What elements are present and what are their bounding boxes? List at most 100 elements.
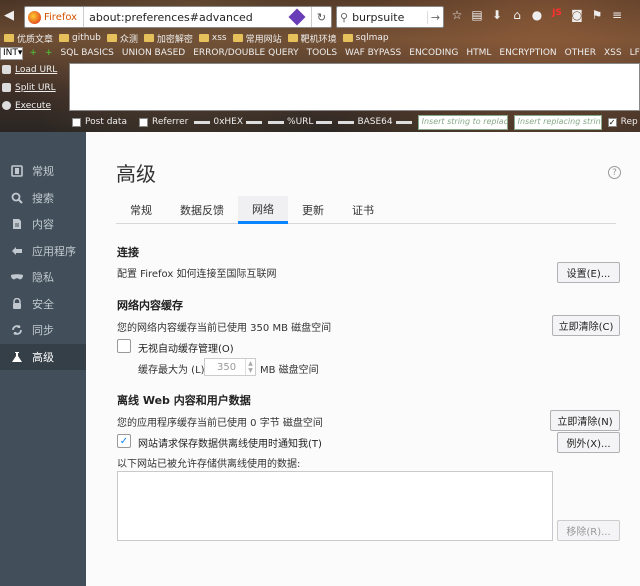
plus-icon[interactable]: +	[45, 48, 53, 58]
sidebar-item-privacy[interactable]: 隐私	[0, 264, 86, 291]
hackbar-menu-item[interactable]: LFI	[630, 48, 640, 58]
hackbar-actions: Load URL Split URL Execute	[2, 61, 66, 114]
reading-list-icon[interactable]: ▤	[470, 8, 484, 22]
search-text[interactable]: burpsuite	[352, 11, 404, 24]
bookmark-folder[interactable]: 靶机环境	[287, 32, 337, 45]
js-icon[interactable]: JS	[550, 8, 564, 22]
bookmark-folder[interactable]: 常用网站	[232, 32, 282, 45]
home-icon[interactable]: ⌂	[510, 8, 524, 22]
hex-button[interactable]: 0xHEX	[194, 117, 263, 127]
page-title: 高级	[116, 162, 156, 186]
lock-icon	[10, 297, 24, 311]
tab-general[interactable]: 常规	[116, 196, 166, 224]
help-icon[interactable]: ?	[608, 166, 621, 179]
back-button[interactable]: ◀	[4, 8, 14, 23]
notify-offline-checkbox[interactable]: ✓	[117, 434, 131, 448]
hackbar-menu-item[interactable]: XSS	[604, 48, 622, 58]
referrer-option[interactable]: Referrer	[138, 117, 188, 127]
sidebar-item-advanced[interactable]: 高级	[0, 343, 86, 370]
menu-icon[interactable]: ≡	[610, 8, 624, 22]
exceptions-button[interactable]: 例外(X)...	[557, 432, 620, 453]
hackbar-url-textarea[interactable]	[69, 63, 640, 111]
privacy-mask-icon	[10, 270, 24, 284]
sidebar-item-security[interactable]: 安全	[0, 291, 86, 318]
bookmark-folder[interactable]: 众测	[106, 32, 138, 45]
sidebar-item-content[interactable]: 内容	[0, 211, 86, 238]
checkmark-icon: ✓	[119, 435, 129, 447]
hackbar-menu-item[interactable]: ENCRYPTION	[499, 48, 556, 58]
remove-site-button[interactable]: 移除(R)...	[557, 520, 620, 541]
offline-sites-list[interactable]	[117, 471, 553, 541]
split-url-icon	[2, 83, 11, 92]
clear-cache-button[interactable]: 立即清除(C)	[552, 315, 620, 336]
addon2-icon[interactable]: ◙	[570, 8, 584, 22]
extension-icon[interactable]	[288, 8, 306, 26]
folder-icon	[59, 34, 70, 42]
sidebar-item-search[interactable]: 搜索	[0, 185, 86, 212]
base64-button[interactable]: BASE64	[338, 117, 412, 127]
insert-string-input[interactable]: Insert string to replace	[417, 114, 508, 130]
checkbox[interactable]	[138, 117, 148, 127]
connection-description: 配置 Firefox 如何连接至国际互联网	[117, 269, 277, 280]
sidebar-item-sync[interactable]: 同步	[0, 317, 86, 344]
tab-network[interactable]: 网络	[238, 196, 288, 224]
folder-icon	[143, 34, 154, 42]
decrease-bar-icon	[338, 120, 355, 124]
load-url-icon	[2, 65, 11, 74]
bookmark-folder[interactable]: github	[59, 33, 101, 43]
override-cache-checkbox[interactable]	[117, 339, 131, 353]
tab-data-choices[interactable]: 数据反馈	[166, 196, 238, 224]
hackbar-menu-item[interactable]: TOOLS	[307, 48, 337, 58]
bookmark-folder[interactable]: 加密解密	[143, 32, 193, 45]
split-url-button[interactable]: Split URL	[2, 79, 66, 96]
hackbar-menu-item[interactable]: OTHER	[565, 48, 596, 58]
identity-box[interactable]: Firefox	[25, 7, 85, 27]
url-encode-button[interactable]: %URL	[268, 117, 333, 127]
download-icon[interactable]: ⬇	[490, 8, 504, 22]
reload-icon[interactable]: ↻	[311, 7, 331, 27]
plus-icon[interactable]: +	[29, 48, 37, 58]
bookmark-star-icon[interactable]: ☆	[450, 8, 464, 22]
tab-update[interactable]: 更新	[288, 196, 338, 224]
checkbox[interactable]	[72, 117, 81, 127]
cache-usage-text: 您的网络内容缓存当前已使用 350 MB 磁盘空间	[117, 323, 332, 334]
url-text[interactable]: about:preferences#advanced	[84, 11, 291, 24]
sidebar-item-applications[interactable]: 应用程序	[0, 238, 86, 265]
sync-icon	[10, 323, 24, 337]
execute-button[interactable]: Execute	[2, 97, 66, 114]
load-url-button[interactable]: Load URL	[2, 61, 66, 78]
post-data-option[interactable]: Post data	[72, 117, 127, 127]
url-bar[interactable]: Firefox about:preferences#advanced ↻	[24, 6, 332, 28]
addon3-icon[interactable]: ⚑	[590, 8, 604, 22]
browser-brand: Firefox	[44, 11, 78, 23]
chevron-down-icon: ▾	[17, 47, 23, 58]
replace-option[interactable]: ✓ Rep	[607, 117, 638, 127]
connection-settings-button[interactable]: 设置(E)...	[557, 262, 620, 283]
spinner-icon[interactable]: ▲ ▼	[245, 359, 255, 375]
content-icon	[10, 217, 24, 231]
tab-certificates[interactable]: 证书	[338, 196, 388, 224]
clear-offline-button[interactable]: 立即清除(N)	[550, 410, 620, 431]
hackbar-menu-item[interactable]: ENCODING	[409, 48, 458, 58]
replacing-string-input[interactable]: Insert replacing string	[513, 114, 602, 130]
bookmark-folder[interactable]: 优质文章	[4, 32, 53, 45]
increase-bar-icon	[246, 120, 263, 124]
hackbar-menu-item[interactable]: ERROR/DOUBLE QUERY	[193, 48, 298, 58]
hackbar-menu-item[interactable]: WAF BYPASS	[345, 48, 401, 58]
search-bar[interactable]: ⚲ burpsuite →	[336, 6, 444, 28]
sidebar-item-general[interactable]: 常规	[0, 158, 86, 185]
hackbar-type-select[interactable]: INT ▾	[0, 46, 24, 60]
checkbox-checked[interactable]: ✓	[607, 117, 617, 127]
hackbar-menu: + + SQL BASICS UNION BASED ERROR/DOUBLE …	[29, 48, 640, 58]
cache-size-input[interactable]: 350 ▲ ▼	[204, 358, 256, 376]
notify-offline-label: 网站请求保存数据供离线使用时通知我(T)	[138, 439, 322, 450]
addon-icon[interactable]: ●	[530, 8, 544, 22]
bookmark-folder[interactable]: xss	[198, 33, 227, 43]
bookmark-folder[interactable]: sqlmap	[342, 33, 389, 43]
hackbar-menu-item[interactable]: HTML	[466, 48, 491, 58]
search-go-icon[interactable]: →	[427, 10, 443, 24]
folder-icon	[198, 34, 209, 42]
advanced-icon	[10, 350, 24, 364]
hackbar-menu-item[interactable]: UNION BASED	[122, 48, 185, 58]
hackbar-menu-item[interactable]: SQL BASICS	[61, 48, 114, 58]
